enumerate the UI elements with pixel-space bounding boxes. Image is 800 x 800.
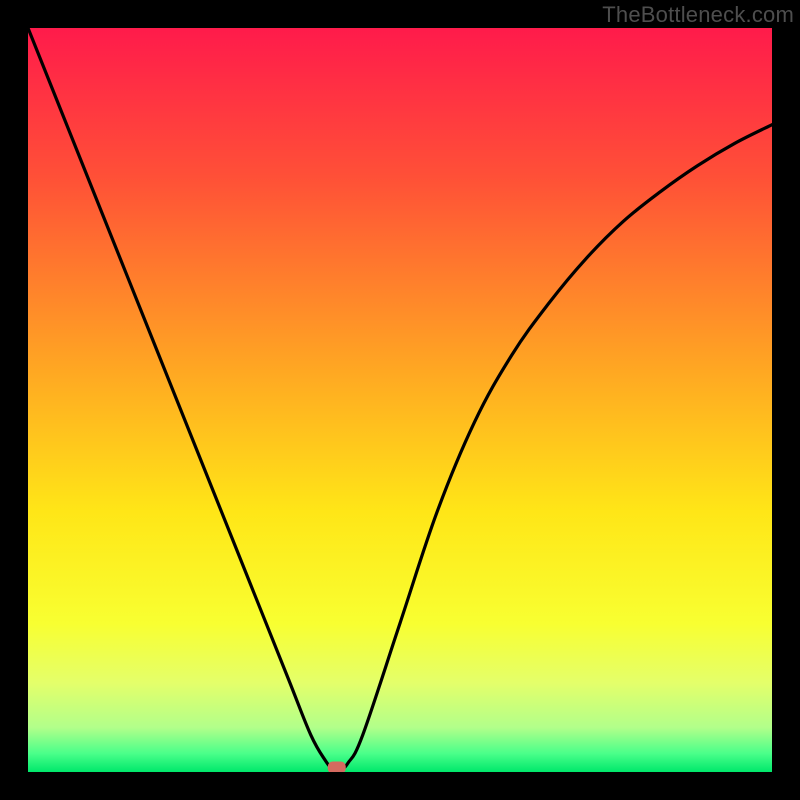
chart-svg <box>28 28 772 772</box>
marker-point <box>328 762 346 772</box>
chart-frame <box>28 28 772 772</box>
watermark-text: TheBottleneck.com <box>602 2 794 28</box>
chart-background <box>28 28 772 772</box>
